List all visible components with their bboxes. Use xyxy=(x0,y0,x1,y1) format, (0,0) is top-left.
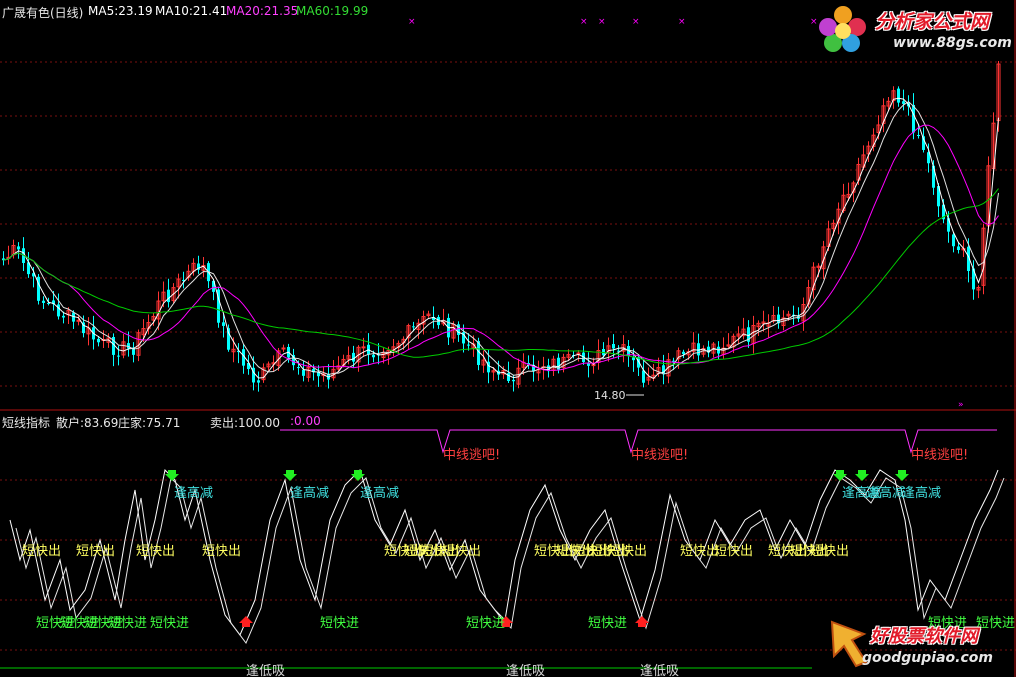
candle-body xyxy=(42,300,45,303)
sell-high-label: 逢高减 xyxy=(866,486,906,501)
sell-down-arrow-icon xyxy=(895,470,909,481)
candle-body xyxy=(281,347,286,350)
watermark-top-url: www.88gs.com xyxy=(893,35,1012,51)
short-out-label: 短快出 xyxy=(714,544,754,559)
candle-body xyxy=(97,338,100,343)
buy-low-label: 逢低吸 xyxy=(506,664,546,677)
candle-body xyxy=(361,346,366,349)
sell-high-label: 逢高减 xyxy=(360,486,400,501)
stock-chart-window: { "main_panel": { "stock_title": "广晟有色(日… xyxy=(0,0,1016,677)
short-in-label: 短快进 xyxy=(466,616,506,631)
candle-body xyxy=(57,304,60,317)
candle-body xyxy=(76,319,81,322)
candle-body xyxy=(642,370,645,383)
buy-low-label: 逢低吸 xyxy=(246,664,286,677)
candle-body xyxy=(62,315,65,318)
watermark-bottom-url: goodgupiao.com xyxy=(862,650,993,666)
candle-body xyxy=(902,101,905,104)
candle-body xyxy=(957,246,960,250)
sell-high-label: 逢高减 xyxy=(174,486,214,501)
extra-value: :0.00 xyxy=(290,414,321,428)
ma5-value: MA5:23.19 xyxy=(88,4,153,18)
buy-low-label: 逢低吸 xyxy=(640,664,680,677)
ma20-value: MA20:21.35 xyxy=(226,4,299,18)
candle-body xyxy=(372,354,375,358)
candle-body xyxy=(352,352,355,362)
ma10-value: MA10:21.41 xyxy=(155,4,228,18)
candle-body xyxy=(952,234,955,247)
candle-body xyxy=(917,134,920,136)
candle-body xyxy=(167,289,170,303)
short-out-label: 短快出 xyxy=(136,544,176,559)
ma10-line xyxy=(3,101,999,376)
candle-body xyxy=(632,357,635,361)
candle-body xyxy=(222,322,225,326)
short-out-label: 短快出 xyxy=(810,544,850,559)
flower-logo-icon xyxy=(819,6,866,52)
top-marker: × xyxy=(580,17,588,27)
stock-title: 广晟有色(日线) xyxy=(2,6,84,20)
short-in-label: 短快进 xyxy=(108,616,148,631)
candle-body xyxy=(682,351,685,355)
candle-body xyxy=(612,344,615,349)
low-price-label: 14.80 xyxy=(594,389,626,402)
short-out-label: 短快出 xyxy=(202,544,242,559)
candle-body xyxy=(17,246,20,250)
top-marker: × xyxy=(678,17,686,27)
retail-value: 散户:83.69 xyxy=(56,416,119,430)
short-in-label: 短快进 xyxy=(588,616,628,631)
candle-body xyxy=(412,326,415,328)
mid-escape-label: 中线逃吧! xyxy=(443,448,501,463)
short-out-label: 短快出 xyxy=(76,544,116,559)
candle-body xyxy=(897,88,900,103)
indicator-name: 短线指标 xyxy=(2,416,51,430)
watermark-bottom-cn: 好股票软件网 xyxy=(870,626,978,647)
watermark-top: 分析家公式网 www.88gs.com xyxy=(815,3,1015,59)
top-marker: × xyxy=(408,17,416,27)
ma20-line xyxy=(3,124,999,371)
watermark-bottom: 好股票软件网 goodgupiao.com xyxy=(822,612,1016,674)
ma60-value: MA60:19.99 xyxy=(296,4,369,18)
sell-value: 卖出:100.00 xyxy=(210,416,281,430)
short-out-label: 短快出 xyxy=(442,544,482,559)
chart-canvas: × × × × × ×» xyxy=(0,0,1016,677)
candle-body xyxy=(257,380,260,383)
candle-body xyxy=(297,367,300,369)
candle-body xyxy=(302,369,305,376)
candle-body xyxy=(672,360,675,362)
short-out-label: 短快出 xyxy=(608,544,648,559)
candle-body xyxy=(697,343,700,356)
candle-body xyxy=(467,344,470,346)
candle-body xyxy=(512,379,515,382)
short-out-label: 短快出 xyxy=(22,544,62,559)
short-in-label: 短快进 xyxy=(150,616,190,631)
candle-body xyxy=(912,104,915,133)
top-marker: × xyxy=(598,17,606,27)
dealer-value: 庄家:75.71 xyxy=(118,416,181,430)
candle-body xyxy=(47,303,50,305)
watermark-top-cn: 分析家公式网 xyxy=(875,11,990,33)
mid-escape-label: 中线逃吧! xyxy=(631,448,689,463)
sell-down-arrow-icon xyxy=(855,470,869,481)
ma5-line xyxy=(3,97,999,380)
candle-body xyxy=(117,355,120,357)
sell-down-arrow-icon xyxy=(833,470,847,481)
short-in-label: 短快进 xyxy=(320,616,360,631)
sell-high-label: 逢高减 xyxy=(290,486,330,501)
end-marker: » xyxy=(958,400,964,410)
sell-high-label: 逢高减 xyxy=(902,486,942,501)
mid-escape-label: 中线逃吧! xyxy=(911,448,969,463)
top-marker: × xyxy=(632,17,640,27)
buy-up-arrow-icon xyxy=(239,616,253,627)
